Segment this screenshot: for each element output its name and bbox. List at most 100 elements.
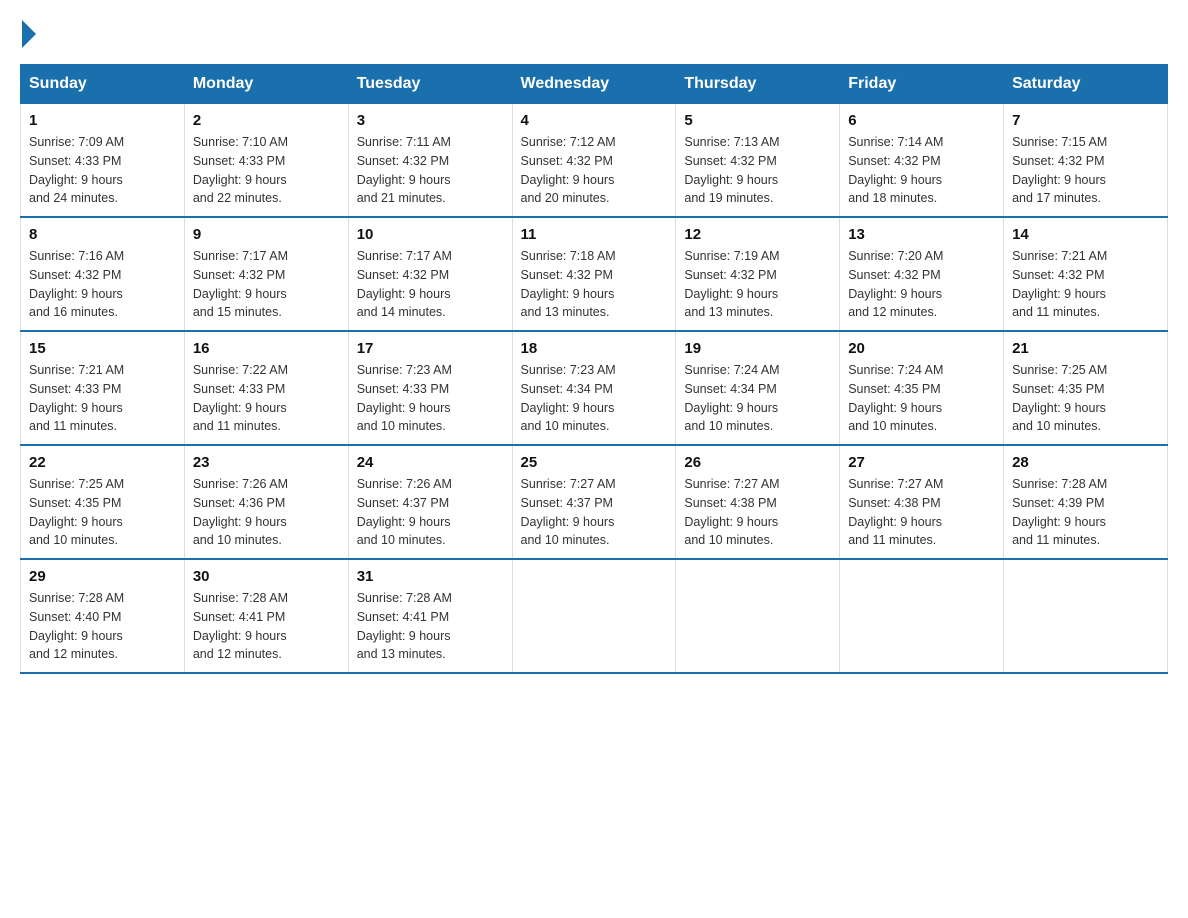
day-info: Sunrise: 7:24 AMSunset: 4:35 PMDaylight:…: [848, 361, 995, 436]
weekday-header-monday: Monday: [184, 65, 348, 104]
calendar-week-row: 8 Sunrise: 7:16 AMSunset: 4:32 PMDayligh…: [21, 217, 1168, 331]
day-number: 29: [29, 568, 176, 585]
calendar-cell: 16 Sunrise: 7:22 AMSunset: 4:33 PMDaylig…: [184, 331, 348, 445]
day-info: Sunrise: 7:27 AMSunset: 4:37 PMDaylight:…: [521, 475, 668, 550]
day-info: Sunrise: 7:24 AMSunset: 4:34 PMDaylight:…: [684, 361, 831, 436]
day-number: 19: [684, 340, 831, 357]
day-number: 27: [848, 454, 995, 471]
calendar-cell: 1 Sunrise: 7:09 AMSunset: 4:33 PMDayligh…: [21, 104, 185, 218]
day-number: 20: [848, 340, 995, 357]
day-number: 8: [29, 226, 176, 243]
day-number: 1: [29, 112, 176, 129]
calendar-cell: 19 Sunrise: 7:24 AMSunset: 4:34 PMDaylig…: [676, 331, 840, 445]
logo-triangle-icon: [22, 20, 36, 48]
day-info: Sunrise: 7:19 AMSunset: 4:32 PMDaylight:…: [684, 247, 831, 322]
day-info: Sunrise: 7:21 AMSunset: 4:33 PMDaylight:…: [29, 361, 176, 436]
day-number: 30: [193, 568, 340, 585]
calendar-cell: 29 Sunrise: 7:28 AMSunset: 4:40 PMDaylig…: [21, 559, 185, 673]
day-info: Sunrise: 7:28 AMSunset: 4:39 PMDaylight:…: [1012, 475, 1159, 550]
day-info: Sunrise: 7:17 AMSunset: 4:32 PMDaylight:…: [193, 247, 340, 322]
calendar-cell: 18 Sunrise: 7:23 AMSunset: 4:34 PMDaylig…: [512, 331, 676, 445]
day-info: Sunrise: 7:28 AMSunset: 4:40 PMDaylight:…: [29, 589, 176, 664]
calendar-cell: 11 Sunrise: 7:18 AMSunset: 4:32 PMDaylig…: [512, 217, 676, 331]
calendar-week-row: 22 Sunrise: 7:25 AMSunset: 4:35 PMDaylig…: [21, 445, 1168, 559]
calendar-cell: 23 Sunrise: 7:26 AMSunset: 4:36 PMDaylig…: [184, 445, 348, 559]
day-number: 17: [357, 340, 504, 357]
calendar-cell: 14 Sunrise: 7:21 AMSunset: 4:32 PMDaylig…: [1004, 217, 1168, 331]
day-number: 18: [521, 340, 668, 357]
calendar-cell: 26 Sunrise: 7:27 AMSunset: 4:38 PMDaylig…: [676, 445, 840, 559]
day-info: Sunrise: 7:18 AMSunset: 4:32 PMDaylight:…: [521, 247, 668, 322]
day-info: Sunrise: 7:10 AMSunset: 4:33 PMDaylight:…: [193, 133, 340, 208]
calendar-cell: 27 Sunrise: 7:27 AMSunset: 4:38 PMDaylig…: [840, 445, 1004, 559]
calendar-cell: 5 Sunrise: 7:13 AMSunset: 4:32 PMDayligh…: [676, 104, 840, 218]
day-info: Sunrise: 7:23 AMSunset: 4:34 PMDaylight:…: [521, 361, 668, 436]
day-number: 10: [357, 226, 504, 243]
day-number: 3: [357, 112, 504, 129]
calendar-cell: [676, 559, 840, 673]
day-number: 7: [1012, 112, 1159, 129]
day-number: 2: [193, 112, 340, 129]
calendar-cell: 13 Sunrise: 7:20 AMSunset: 4:32 PMDaylig…: [840, 217, 1004, 331]
day-number: 24: [357, 454, 504, 471]
calendar-cell: 21 Sunrise: 7:25 AMSunset: 4:35 PMDaylig…: [1004, 331, 1168, 445]
day-info: Sunrise: 7:22 AMSunset: 4:33 PMDaylight:…: [193, 361, 340, 436]
day-info: Sunrise: 7:14 AMSunset: 4:32 PMDaylight:…: [848, 133, 995, 208]
calendar-week-row: 1 Sunrise: 7:09 AMSunset: 4:33 PMDayligh…: [21, 104, 1168, 218]
day-number: 23: [193, 454, 340, 471]
day-number: 22: [29, 454, 176, 471]
day-number: 26: [684, 454, 831, 471]
calendar-cell: 2 Sunrise: 7:10 AMSunset: 4:33 PMDayligh…: [184, 104, 348, 218]
calendar-cell: 17 Sunrise: 7:23 AMSunset: 4:33 PMDaylig…: [348, 331, 512, 445]
weekday-header-thursday: Thursday: [676, 65, 840, 104]
weekday-header-friday: Friday: [840, 65, 1004, 104]
calendar-cell: 7 Sunrise: 7:15 AMSunset: 4:32 PMDayligh…: [1004, 104, 1168, 218]
day-info: Sunrise: 7:26 AMSunset: 4:37 PMDaylight:…: [357, 475, 504, 550]
day-number: 16: [193, 340, 340, 357]
calendar-cell: [512, 559, 676, 673]
calendar-cell: 31 Sunrise: 7:28 AMSunset: 4:41 PMDaylig…: [348, 559, 512, 673]
day-info: Sunrise: 7:20 AMSunset: 4:32 PMDaylight:…: [848, 247, 995, 322]
day-info: Sunrise: 7:28 AMSunset: 4:41 PMDaylight:…: [193, 589, 340, 664]
day-number: 5: [684, 112, 831, 129]
calendar-cell: 15 Sunrise: 7:21 AMSunset: 4:33 PMDaylig…: [21, 331, 185, 445]
day-number: 25: [521, 454, 668, 471]
day-info: Sunrise: 7:09 AMSunset: 4:33 PMDaylight:…: [29, 133, 176, 208]
day-info: Sunrise: 7:26 AMSunset: 4:36 PMDaylight:…: [193, 475, 340, 550]
calendar-cell: 28 Sunrise: 7:28 AMSunset: 4:39 PMDaylig…: [1004, 445, 1168, 559]
day-number: 12: [684, 226, 831, 243]
day-number: 15: [29, 340, 176, 357]
calendar-cell: 30 Sunrise: 7:28 AMSunset: 4:41 PMDaylig…: [184, 559, 348, 673]
calendar-header: SundayMondayTuesdayWednesdayThursdayFrid…: [21, 65, 1168, 104]
day-info: Sunrise: 7:15 AMSunset: 4:32 PMDaylight:…: [1012, 133, 1159, 208]
day-info: Sunrise: 7:16 AMSunset: 4:32 PMDaylight:…: [29, 247, 176, 322]
weekday-row: SundayMondayTuesdayWednesdayThursdayFrid…: [21, 65, 1168, 104]
calendar-week-row: 15 Sunrise: 7:21 AMSunset: 4:33 PMDaylig…: [21, 331, 1168, 445]
page-header: [20, 20, 1168, 44]
day-info: Sunrise: 7:12 AMSunset: 4:32 PMDaylight:…: [521, 133, 668, 208]
day-info: Sunrise: 7:21 AMSunset: 4:32 PMDaylight:…: [1012, 247, 1159, 322]
day-number: 13: [848, 226, 995, 243]
calendar-cell: 22 Sunrise: 7:25 AMSunset: 4:35 PMDaylig…: [21, 445, 185, 559]
day-info: Sunrise: 7:28 AMSunset: 4:41 PMDaylight:…: [357, 589, 504, 664]
day-number: 9: [193, 226, 340, 243]
day-info: Sunrise: 7:27 AMSunset: 4:38 PMDaylight:…: [848, 475, 995, 550]
calendar-week-row: 29 Sunrise: 7:28 AMSunset: 4:40 PMDaylig…: [21, 559, 1168, 673]
calendar-cell: 25 Sunrise: 7:27 AMSunset: 4:37 PMDaylig…: [512, 445, 676, 559]
day-info: Sunrise: 7:27 AMSunset: 4:38 PMDaylight:…: [684, 475, 831, 550]
day-number: 28: [1012, 454, 1159, 471]
calendar-cell: [1004, 559, 1168, 673]
day-info: Sunrise: 7:13 AMSunset: 4:32 PMDaylight:…: [684, 133, 831, 208]
day-info: Sunrise: 7:25 AMSunset: 4:35 PMDaylight:…: [1012, 361, 1159, 436]
calendar-cell: 8 Sunrise: 7:16 AMSunset: 4:32 PMDayligh…: [21, 217, 185, 331]
day-info: Sunrise: 7:11 AMSunset: 4:32 PMDaylight:…: [357, 133, 504, 208]
calendar-cell: 9 Sunrise: 7:17 AMSunset: 4:32 PMDayligh…: [184, 217, 348, 331]
calendar-cell: 12 Sunrise: 7:19 AMSunset: 4:32 PMDaylig…: [676, 217, 840, 331]
calendar-cell: [840, 559, 1004, 673]
day-info: Sunrise: 7:25 AMSunset: 4:35 PMDaylight:…: [29, 475, 176, 550]
day-number: 31: [357, 568, 504, 585]
calendar-cell: 4 Sunrise: 7:12 AMSunset: 4:32 PMDayligh…: [512, 104, 676, 218]
calendar-body: 1 Sunrise: 7:09 AMSunset: 4:33 PMDayligh…: [21, 104, 1168, 674]
calendar-cell: 24 Sunrise: 7:26 AMSunset: 4:37 PMDaylig…: [348, 445, 512, 559]
weekday-header-wednesday: Wednesday: [512, 65, 676, 104]
